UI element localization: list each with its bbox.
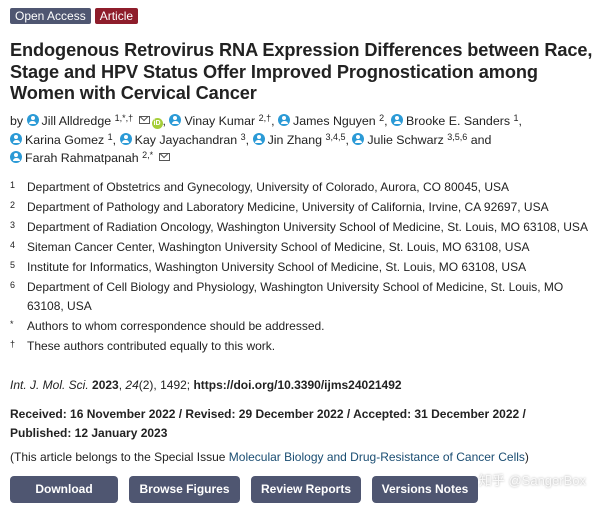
download-button[interactable]: Download — [10, 476, 118, 503]
mail-icon[interactable] — [138, 116, 150, 124]
author-list: by Jill Alldredge 1,*,† iD, Vinay Kumar … — [10, 113, 522, 165]
person-icon — [352, 132, 365, 145]
article-title: Endogenous Retrovirus RNA Expression Dif… — [10, 40, 593, 103]
person-icon — [391, 114, 404, 126]
affiliation-item: 4 Siteman Cancer Center, Washington Unive… — [10, 240, 530, 254]
affiliation-item: 1 Department of Obstetrics and Gynecology… — [10, 180, 510, 194]
correspondence-note: * Authors to whom correspondence should b… — [10, 319, 325, 333]
special-issue-note: (This article belongs to the Special Iss… — [10, 450, 529, 464]
affiliation-item: 6 Department of Cell Biology and Physiolo… — [10, 280, 564, 313]
citation-issue: (2), 1492; — [138, 378, 194, 392]
doi-link[interactable]: https://doi.org/10.3390/ijms24021492 — [193, 378, 401, 392]
author-kay-jayachandran[interactable]: Kay Jayachandran 3 — [119, 132, 246, 147]
citation-volume: 24 — [125, 378, 139, 392]
review-reports-button[interactable]: Review Reports — [251, 476, 361, 503]
by-label: by — [10, 114, 24, 128]
author-jill-alldredge[interactable]: Jill Alldredge 1,*,† iD — [26, 114, 163, 129]
person-icon — [10, 151, 22, 163]
person-icon — [278, 114, 291, 126]
person-icon — [169, 114, 182, 126]
browse-figures-button[interactable]: Browse Figures — [129, 476, 240, 503]
equal-contribution-note: † These authors contributed equally to th… — [10, 339, 276, 353]
affiliation-item: 2 Department of Pathology and Laboratory … — [10, 200, 549, 214]
dates-line-1: Received: 16 November 2022 / Revised: 29… — [10, 407, 526, 421]
special-issue-link[interactable]: Molecular Biology and Drug-Resistance of… — [229, 450, 525, 464]
citation-year: 2023 — [92, 378, 119, 392]
and-label: and — [470, 132, 492, 147]
orcid-icon[interactable]: iD — [151, 118, 163, 129]
mail-icon[interactable] — [158, 153, 170, 161]
person-icon — [26, 114, 39, 126]
citation-line: Int. J. Mol. Sci. 2023, 24(2), 1492; htt… — [10, 378, 402, 392]
affiliations-list: 1 Department of Obstetrics and Gynecology… — [10, 178, 595, 357]
person-icon — [10, 132, 22, 145]
author-brooke-sanders[interactable]: Brooke E. Sanders 1 — [391, 114, 519, 128]
author-farah-rahmatpanah[interactable]: Farah Rahmatpanah 2,* — [10, 151, 170, 165]
author-julie-schwarz[interactable]: Julie Schwarz 3,5,6 — [352, 132, 467, 147]
author-vinay-kumar[interactable]: Vinay Kumar 2,† — [169, 114, 271, 128]
versions-notes-button[interactable]: Versions Notes — [372, 476, 478, 503]
author-karina-gomez[interactable]: Karina Gomez 1 — [10, 132, 113, 147]
watermark: 知乎 @SangerBox — [478, 473, 586, 488]
person-icon — [252, 132, 265, 145]
article-type-badge: Article — [94, 8, 139, 24]
journal-name: Int. J. Mol. Sci. — [10, 378, 89, 392]
author-james-nguyen[interactable]: James Nguyen 2 — [278, 114, 384, 128]
dates-line-2: Published: 12 January 2023 — [10, 426, 168, 440]
person-icon — [119, 132, 132, 145]
open-access-badge[interactable]: Open Access — [10, 8, 91, 24]
action-buttons: Download Browse Figures Review Reports V… — [10, 476, 478, 503]
affiliation-item: 5 Institute for Informatics, Washington U… — [10, 260, 527, 274]
publication-dates: Received: 16 November 2022 / Revised: 29… — [10, 405, 595, 443]
article-badges: Open Access Article — [10, 8, 139, 24]
author-jin-zhang[interactable]: Jin Zhang 3,4,5 — [252, 132, 345, 147]
affiliation-item: 3 Department of Radiation Oncology, Washi… — [10, 220, 588, 234]
